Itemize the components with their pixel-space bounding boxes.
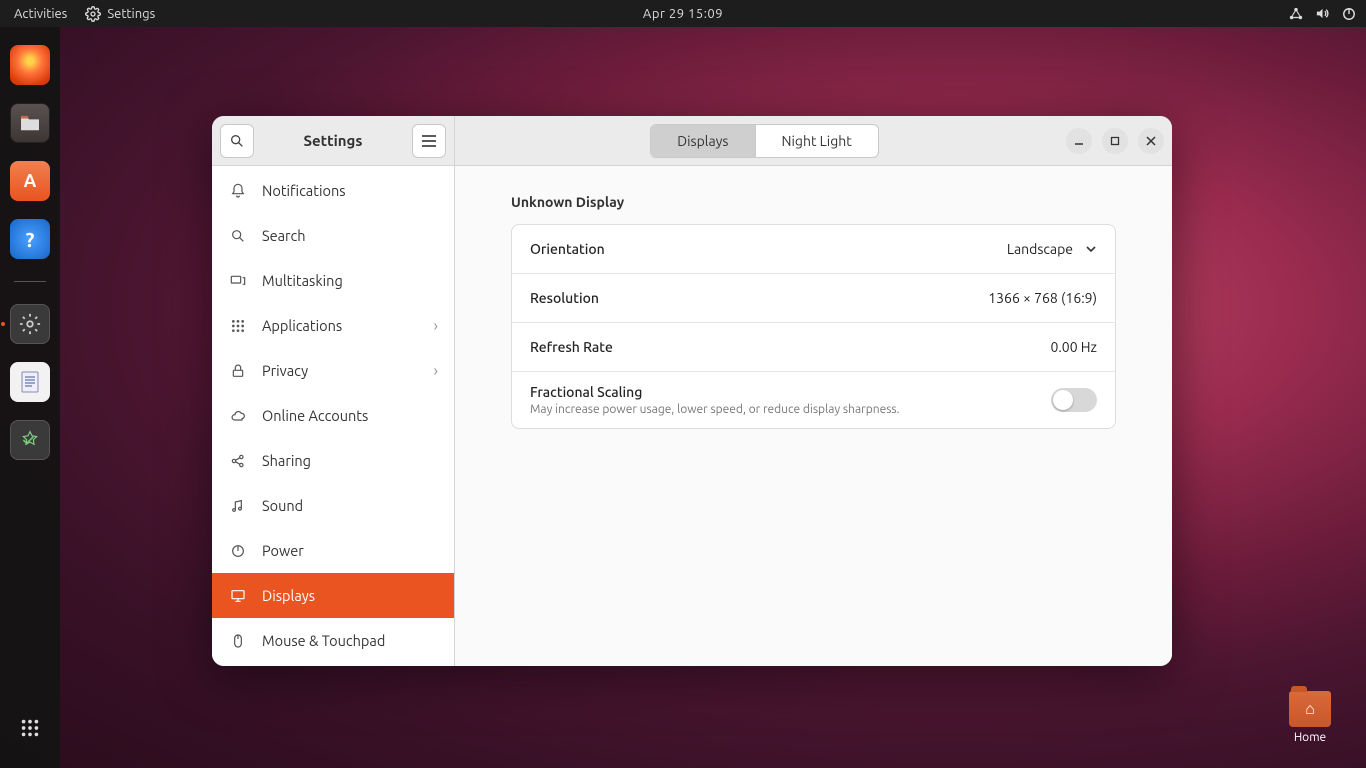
orientation-label: Orientation bbox=[530, 241, 605, 257]
gear-icon bbox=[85, 6, 101, 22]
multitask-icon bbox=[228, 273, 248, 289]
sidebar-item-sharing[interactable]: Sharing bbox=[212, 438, 454, 483]
settings-panel: Unknown Display Orientation Landscape Re… bbox=[455, 166, 1172, 666]
resolution-label: Resolution bbox=[530, 290, 599, 306]
row-refresh-rate: Refresh Rate 0.00 Hz bbox=[512, 322, 1115, 371]
bell-icon bbox=[228, 183, 248, 199]
dock-help[interactable]: ? bbox=[10, 219, 50, 259]
desktop-home-folder[interactable]: Home bbox=[1280, 691, 1340, 744]
panel-heading: Unknown Display bbox=[511, 194, 1116, 210]
sidebar-item-label: Sound bbox=[262, 497, 303, 514]
top-bar: Activities Settings Apr 29 15:09 bbox=[0, 0, 1366, 27]
sidebar-item-label: Displays bbox=[262, 587, 315, 604]
dock-trash[interactable] bbox=[10, 420, 50, 460]
maximize-button[interactable] bbox=[1102, 128, 1128, 154]
display-settings-card: Orientation Landscape Resolution 1366 × … bbox=[511, 224, 1116, 429]
sidebar-item-label: Privacy bbox=[262, 362, 308, 379]
dock: A ? bbox=[0, 27, 60, 768]
mouse-icon bbox=[228, 633, 248, 649]
network-icon bbox=[1289, 7, 1303, 21]
resolution-value: 1366 × 768 (16:9) bbox=[988, 290, 1097, 306]
sidebar-item-label: Online Accounts bbox=[262, 407, 368, 424]
refresh-label: Refresh Rate bbox=[530, 339, 613, 355]
sidebar-item-power[interactable]: Power bbox=[212, 528, 454, 573]
sidebar-item-label: Multitasking bbox=[262, 272, 343, 289]
tab-displays[interactable]: Displays bbox=[651, 125, 754, 157]
settings-sidebar: Notifications Search Multitasking Applic… bbox=[212, 166, 455, 666]
sidebar-item-notifications[interactable]: Notifications bbox=[212, 168, 454, 213]
fractional-sublabel: May increase power usage, lower speed, o… bbox=[530, 403, 900, 416]
refresh-value: 0.00 Hz bbox=[1050, 339, 1097, 355]
dock-settings[interactable] bbox=[10, 304, 50, 344]
dock-files[interactable] bbox=[10, 103, 50, 143]
row-orientation[interactable]: Orientation Landscape bbox=[512, 225, 1115, 273]
activities-button[interactable]: Activities bbox=[14, 7, 67, 21]
grid-icon bbox=[228, 318, 248, 334]
search-button[interactable] bbox=[220, 124, 254, 158]
status-area[interactable] bbox=[1289, 6, 1366, 21]
orientation-value: Landscape bbox=[1007, 241, 1073, 257]
tab-night-light[interactable]: Night Light bbox=[755, 125, 878, 157]
cloud-icon bbox=[228, 408, 248, 424]
volume-icon bbox=[1315, 6, 1330, 21]
sidebar-item-label: Power bbox=[262, 542, 304, 559]
dock-separator bbox=[14, 281, 46, 282]
sidebar-item-label: Sharing bbox=[262, 452, 311, 469]
sidebar-item-mouse[interactable]: Mouse & Touchpad bbox=[212, 618, 454, 663]
app-menu-label: Settings bbox=[107, 7, 155, 21]
lock-icon bbox=[228, 363, 248, 379]
sidebar-item-label: Mouse & Touchpad bbox=[262, 632, 385, 649]
sound-icon bbox=[228, 498, 248, 514]
sidebar-item-sound[interactable]: Sound bbox=[212, 483, 454, 528]
fractional-label: Fractional Scaling bbox=[530, 384, 900, 400]
app-menu[interactable]: Settings bbox=[85, 6, 155, 22]
sidebar-item-multitasking[interactable]: Multitasking bbox=[212, 258, 454, 303]
chevron-right-icon: › bbox=[434, 317, 439, 335]
sidebar-title: Settings bbox=[262, 132, 404, 149]
sidebar-item-applications[interactable]: Applications › bbox=[212, 303, 454, 348]
row-resolution[interactable]: Resolution 1366 × 768 (16:9) bbox=[512, 273, 1115, 322]
search-icon bbox=[228, 228, 248, 244]
fractional-scaling-toggle[interactable] bbox=[1051, 388, 1097, 412]
window-header: Settings Displays Night Light bbox=[212, 116, 1172, 166]
power-icon bbox=[228, 543, 248, 559]
chevron-down-icon bbox=[1085, 243, 1097, 255]
sidebar-item-search[interactable]: Search bbox=[212, 213, 454, 258]
dock-texteditor[interactable] bbox=[10, 362, 50, 402]
sidebar-item-label: Applications bbox=[262, 317, 342, 334]
row-fractional-scaling: Fractional Scaling May increase power us… bbox=[512, 371, 1115, 428]
dock-software[interactable]: A bbox=[10, 161, 50, 201]
view-switcher: Displays Night Light bbox=[650, 124, 879, 158]
share-icon bbox=[228, 453, 248, 469]
sidebar-item-label: Search bbox=[262, 227, 306, 244]
sidebar-item-displays[interactable]: Displays bbox=[212, 573, 454, 618]
show-applications[interactable] bbox=[10, 708, 50, 748]
minimize-button[interactable] bbox=[1066, 128, 1092, 154]
power-icon bbox=[1342, 7, 1356, 21]
desktop-home-label: Home bbox=[1280, 731, 1340, 744]
display-icon bbox=[228, 588, 248, 604]
sidebar-item-online-accounts[interactable]: Online Accounts bbox=[212, 393, 454, 438]
settings-window: Settings Displays Night Light Notificati… bbox=[212, 116, 1172, 666]
hamburger-menu[interactable] bbox=[412, 124, 446, 158]
dock-firefox[interactable] bbox=[10, 45, 50, 85]
chevron-right-icon: › bbox=[434, 362, 439, 380]
sidebar-item-privacy[interactable]: Privacy › bbox=[212, 348, 454, 393]
close-button[interactable] bbox=[1138, 128, 1164, 154]
folder-icon bbox=[1289, 691, 1331, 727]
sidebar-item-label: Notifications bbox=[262, 182, 346, 199]
clock[interactable]: Apr 29 15:09 bbox=[643, 7, 723, 21]
